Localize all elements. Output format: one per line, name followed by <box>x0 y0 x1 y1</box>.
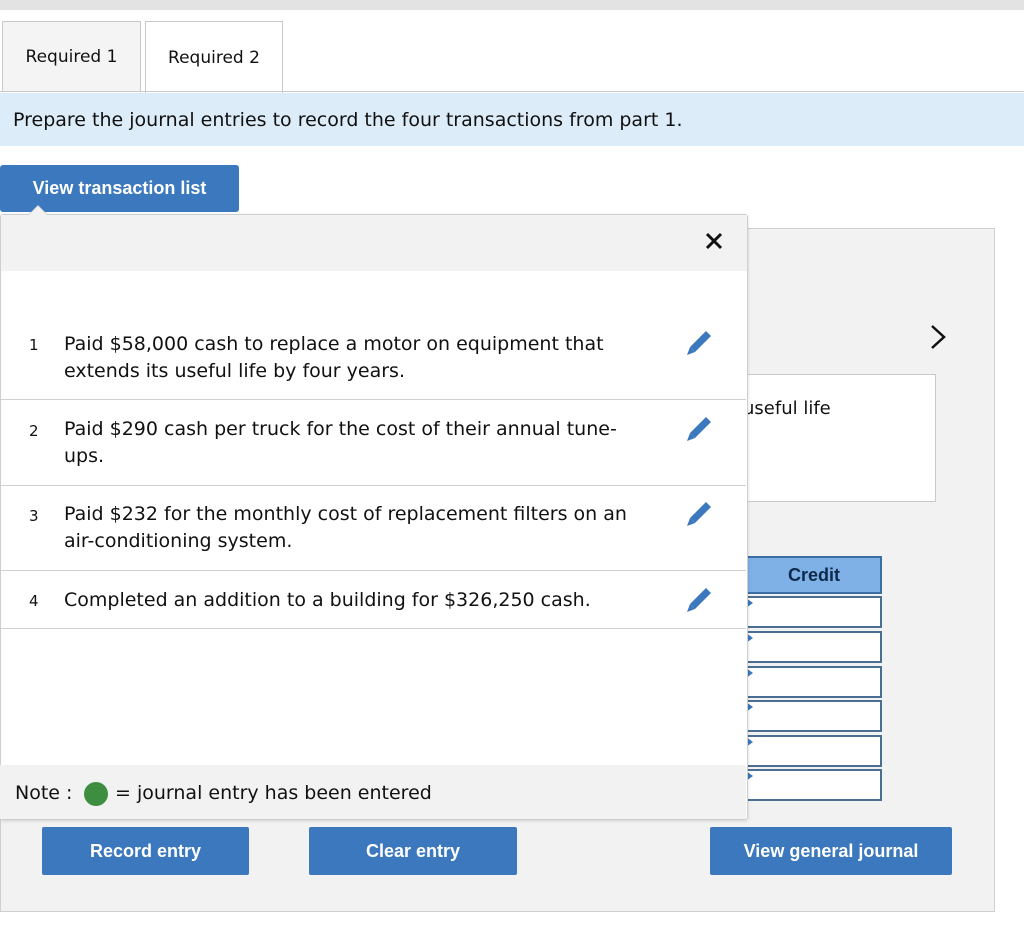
tab-required-1[interactable]: Required 1 <box>2 21 141 92</box>
row-divider <box>0 628 746 629</box>
transaction-description-text: useful life <box>743 398 831 419</box>
transaction-text: Completed an addition to a building for … <box>64 589 591 611</box>
edit-pencil-icon[interactable] <box>684 414 714 444</box>
credit-input[interactable] <box>746 666 882 698</box>
credit-column-header: Credit <box>746 556 882 594</box>
clear-entry-button[interactable]: Clear entry <box>309 827 517 875</box>
transaction-text: Paid $232 for the monthly cost of replac… <box>64 503 627 552</box>
transaction-number: 4 <box>29 592 39 610</box>
credit-input[interactable] <box>746 631 882 663</box>
view-general-journal-button[interactable]: View general journal <box>710 827 952 875</box>
edit-pencil-icon[interactable] <box>684 585 714 615</box>
transaction-number: 2 <box>29 422 39 440</box>
note-text: = journal entry has been entered <box>115 782 432 804</box>
tab-required-2[interactable]: Required 2 <box>145 21 283 93</box>
chevron-right-icon[interactable] <box>927 322 949 352</box>
edit-pencil-icon[interactable] <box>684 499 714 529</box>
top-strip <box>0 0 1024 10</box>
close-icon[interactable] <box>704 231 724 251</box>
tab-divider <box>0 91 1024 92</box>
transaction-text: Paid $290 cash per truck for the cost of… <box>64 418 617 467</box>
note-label: Note : <box>15 782 73 804</box>
credit-input[interactable] <box>746 596 882 628</box>
credit-input[interactable] <box>746 700 882 732</box>
record-entry-button[interactable]: Record entry <box>42 827 249 875</box>
row-divider <box>0 485 746 486</box>
edit-pencil-icon[interactable] <box>684 328 714 358</box>
popup-pointer-inner <box>29 206 47 215</box>
instruction-text: Prepare the journal entries to record th… <box>13 108 683 131</box>
credit-input[interactable] <box>746 735 882 767</box>
popup-header <box>1 215 747 271</box>
transaction-number: 3 <box>29 507 39 525</box>
row-divider <box>0 399 746 400</box>
row-divider <box>0 570 746 571</box>
transaction-text: Paid $58,000 cash to replace a motor on … <box>64 333 604 382</box>
instruction-banner: Prepare the journal entries to record th… <box>0 93 1024 146</box>
transaction-number: 1 <box>29 336 39 354</box>
credit-input[interactable] <box>746 769 882 801</box>
entered-status-dot-icon <box>84 782 108 806</box>
